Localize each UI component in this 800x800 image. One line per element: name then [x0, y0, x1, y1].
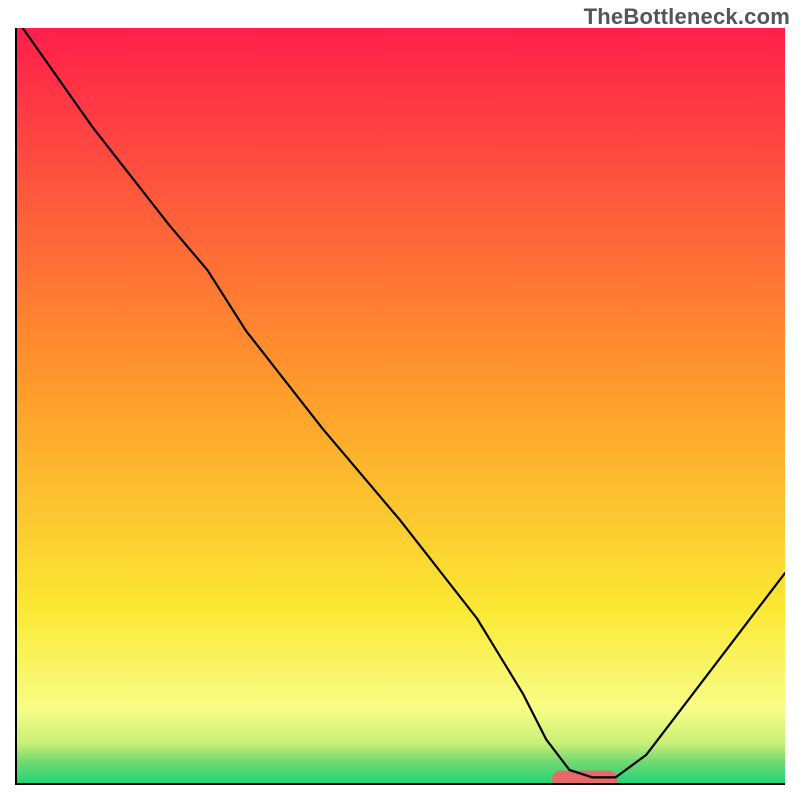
- chart-svg: [15, 28, 785, 785]
- chart-plot: [15, 28, 785, 785]
- watermark-text: TheBottleneck.com: [584, 4, 790, 30]
- chart-background: [15, 28, 785, 785]
- chart-container: TheBottleneck.com: [0, 0, 800, 800]
